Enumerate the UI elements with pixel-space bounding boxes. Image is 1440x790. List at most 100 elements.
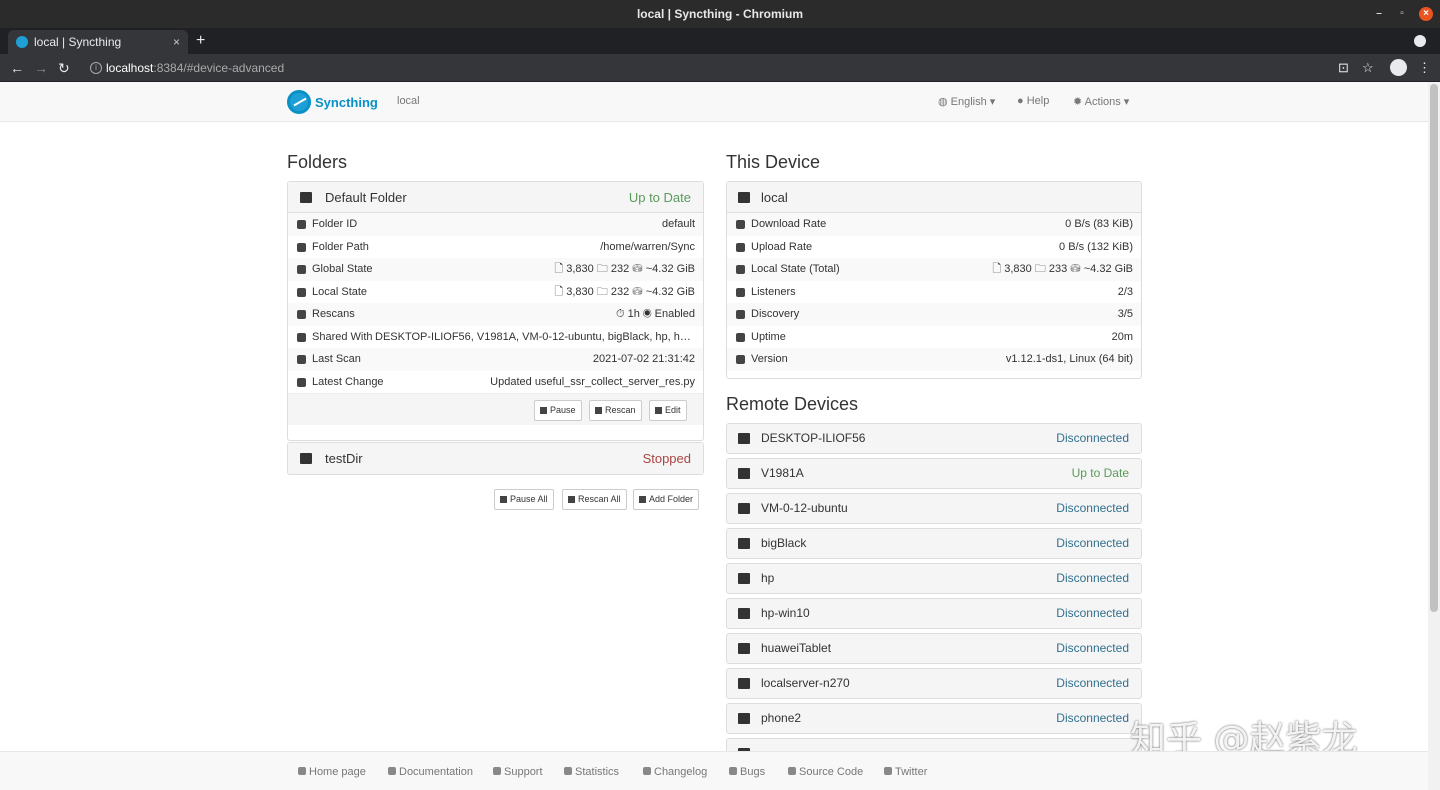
detail-label: Rescans [312, 308, 355, 320]
footer-changelog-link[interactable]: Changelog [643, 766, 707, 778]
cloud-download-icon [736, 220, 745, 229]
folder-header[interactable]: Default Folder Up to Date [288, 182, 703, 213]
edit-button[interactable]: Edit [649, 400, 687, 421]
syncthing-logo-icon[interactable] [287, 90, 311, 114]
pause-icon [540, 407, 547, 414]
remote-device-row[interactable]: localserver-n270 Disconnected [726, 668, 1142, 699]
clock-icon [736, 332, 745, 342]
remote-device-row[interactable]: huaweiTablet Disconnected [726, 633, 1142, 664]
rescan-button[interactable]: Rescan [589, 400, 642, 421]
profile-avatar[interactable] [1390, 59, 1407, 76]
detail-value: 0 B/s (83 KiB) [1065, 218, 1133, 230]
refresh-icon [297, 310, 306, 319]
remote-device-name: VM-0-12-ubuntu [761, 501, 848, 515]
rescan-all-button[interactable]: Rescan All [562, 489, 627, 510]
help-link[interactable]: ● Help [1017, 95, 1049, 107]
footer-link-label: Source Code [799, 766, 864, 778]
footer-home-link[interactable]: Home page [298, 766, 366, 778]
remote-device-name: hp [761, 571, 775, 585]
window-titlebar: local | Syncthing - Chromium – ▫ × [0, 0, 1440, 28]
detail-label: Version [751, 353, 788, 365]
info-icon [297, 220, 306, 229]
detail-value: ⏱ 1h ◉ Enabled [615, 308, 695, 320]
language-label: English ▾ [950, 96, 996, 108]
remote-device-status: Disconnected [1056, 571, 1129, 585]
url-field[interactable]: i localhost:8384/#device-advanced [82, 57, 1332, 79]
folder-header[interactable]: testDir Stopped [288, 443, 703, 474]
folder-details: Folder ID default Folder Path/home/warren… [288, 213, 703, 393]
new-tab-button[interactable]: + [196, 30, 205, 52]
close-window-icon[interactable]: × [1419, 7, 1433, 21]
cloud-upload-icon [736, 242, 745, 252]
tab-search-icon[interactable] [1414, 35, 1426, 47]
detail-label: Last Scan [312, 353, 361, 365]
remote-device-row[interactable]: phone2 Disconnected [726, 703, 1142, 734]
pause-label: Pause [550, 405, 576, 415]
site-info-icon[interactable]: i [90, 62, 102, 74]
footer-statistics-link[interactable]: Statistics [564, 766, 619, 778]
folder-detail-row: Global State 🗋 3,830 🗀 232 ⛁ ~4.32 GiB [288, 258, 703, 281]
this-device-panel: local Download Rate 0 B/s (83 KiB) Upload… [726, 181, 1142, 379]
detail-value: /home/warren/Sync [600, 240, 695, 253]
pause-button[interactable]: Pause [534, 400, 582, 421]
bookmark-star-icon[interactable]: ☆ [1362, 58, 1374, 78]
folder-open-icon [297, 242, 306, 252]
window-title: local | Syncthing - Chromium [636, 7, 804, 21]
device-detail-row: Version v1.12.1-ds1, Linux (64 bit) [727, 348, 1141, 371]
url-path: :8384/#device-advanced [153, 61, 285, 75]
remote-device-row[interactable]: VM-0-12-ubuntu Disconnected [726, 493, 1142, 524]
footer-twitter-link[interactable]: Twitter [884, 766, 927, 778]
remote-device-status: Disconnected [1056, 606, 1129, 620]
device-identicon-icon [738, 643, 750, 654]
folder-name: Default Folder [325, 190, 407, 205]
share-icon [297, 332, 306, 342]
home-icon [297, 287, 306, 297]
remote-device-row[interactable]: bigBlack Disconnected [726, 528, 1142, 559]
language-dropdown[interactable]: ◍ English ▾ [938, 95, 995, 108]
folder-status: Up to Date [628, 190, 691, 205]
detail-label: Latest Change [312, 375, 384, 388]
reload-icon[interactable]: ↻ [58, 58, 70, 78]
this-device-header[interactable]: local [727, 182, 1141, 213]
device-name: local [397, 95, 420, 107]
back-icon[interactable]: ← [10, 58, 24, 78]
folder-detail-row: Folder ID default [288, 213, 703, 236]
forward-icon[interactable]: → [34, 58, 48, 78]
add-folder-button[interactable]: Add Folder [633, 489, 700, 510]
folder-detail-row: Rescans ⏱ 1h ◉ Enabled [288, 303, 703, 326]
brand-name[interactable]: Syncthing [315, 95, 378, 110]
browser-tab[interactable]: local | Syncthing × [8, 30, 188, 54]
top-navbar: Syncthing local ◍ English ▾ ● Help ✹ Act… [0, 82, 1428, 122]
footer: Home page Documentation Support Statisti… [0, 751, 1428, 790]
remote-device-row[interactable]: DESKTOP-ILIOF56 Disconnected [726, 423, 1142, 454]
url-host: localhost [106, 61, 154, 75]
translate-icon[interactable]: ⊡ [1338, 58, 1349, 78]
tab-close-icon[interactable]: × [173, 30, 180, 54]
pause-all-button[interactable]: Pause All [494, 489, 554, 510]
folder-name: testDir [325, 451, 363, 466]
remote-device-name: huaweiTablet [761, 641, 832, 655]
browser-menu-icon[interactable]: ⋮ [1418, 58, 1431, 78]
actions-dropdown[interactable]: ✹ Actions ▾ [1073, 95, 1129, 108]
remote-device-name: phone2 [761, 711, 802, 725]
maximize-icon[interactable]: ▫ [1395, 7, 1409, 21]
wrench-icon [788, 767, 796, 775]
footer-docs-link[interactable]: Documentation [388, 766, 473, 778]
folder-detail-row: Last Scan 2021-07-02 21:31:42 [288, 348, 703, 371]
minimize-icon[interactable]: – [1372, 7, 1386, 21]
scrollbar-thumb[interactable] [1430, 84, 1438, 612]
footer-bugs-link[interactable]: Bugs [729, 766, 765, 778]
remote-device-row[interactable]: V1981A Up to Date [726, 458, 1142, 489]
remote-device-status: Disconnected [1056, 501, 1129, 515]
footer-support-link[interactable]: Support [493, 766, 543, 778]
bar-chart-icon [564, 767, 572, 775]
folder-panel-default: Default Folder Up to Date Folder ID defau… [287, 181, 704, 441]
remote-devices-heading: Remote Devices [726, 394, 859, 414]
footer-source-link[interactable]: Source Code [788, 766, 863, 778]
detail-label: Download Rate [751, 218, 827, 230]
remote-device-row[interactable]: hp-win10 Disconnected [726, 598, 1142, 629]
device-detail-row: Upload Rate 0 B/s (132 KiB) [727, 236, 1141, 259]
remote-device-row[interactable]: hp Disconnected [726, 563, 1142, 594]
exchange-icon [297, 377, 306, 387]
question-icon [493, 767, 501, 775]
